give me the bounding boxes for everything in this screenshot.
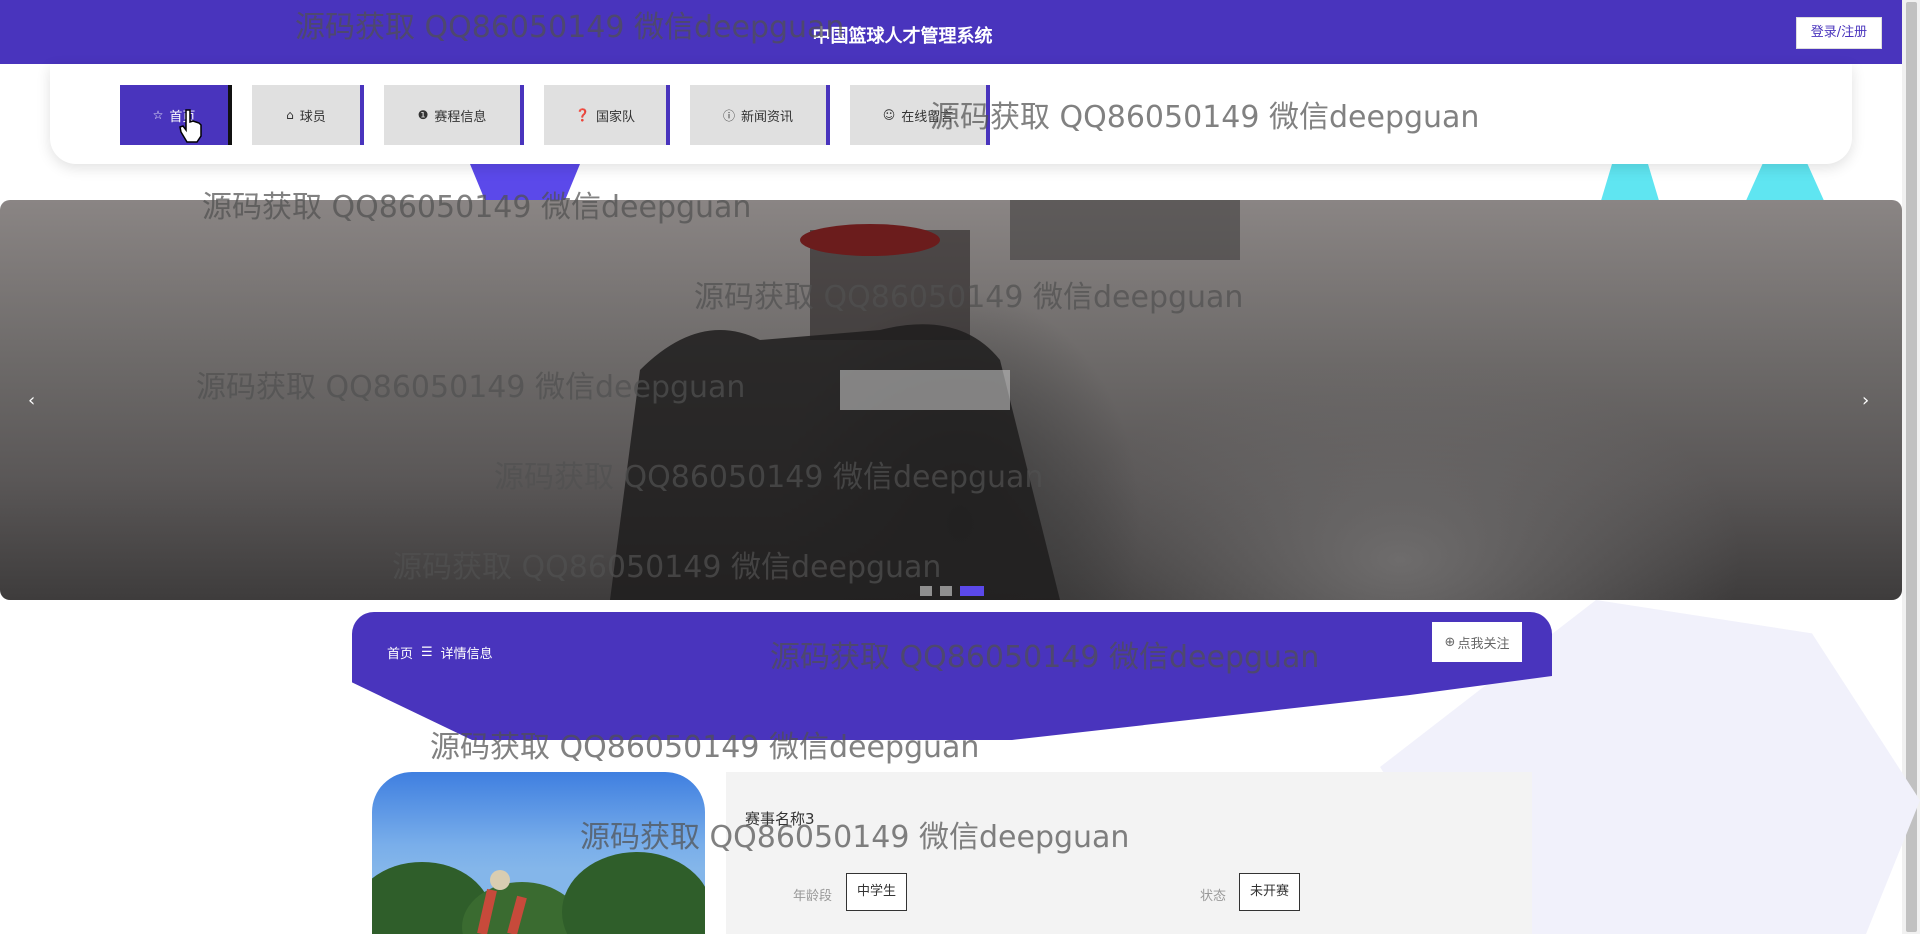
- smile-icon: ☺: [882, 108, 896, 122]
- nav-item-label: 国家队: [595, 109, 635, 125]
- decorative-shape: [1600, 164, 1660, 204]
- carousel-prev-arrow[interactable]: ‹: [28, 390, 35, 411]
- carousel-dot[interactable]: [920, 586, 932, 596]
- bag-icon: ⌂: [286, 108, 294, 122]
- breadcrumb-bar: [352, 612, 1552, 740]
- hand-cursor-icon: [179, 109, 202, 143]
- question-circle-icon: ❓: [575, 108, 590, 122]
- nav-item-schedule[interactable]: ❶ 赛程信息: [384, 85, 524, 145]
- nav-item-home[interactable]: ☆ 首页: [120, 85, 232, 145]
- status-value: 未开赛: [1239, 873, 1301, 911]
- event-name: 赛事名称3: [745, 810, 815, 828]
- exclamation-circle-icon: ❶: [417, 108, 429, 122]
- carousel-dot[interactable]: [940, 586, 952, 596]
- decorative-shape: [470, 164, 580, 204]
- login-register-button[interactable]: 登录/注册: [1796, 17, 1882, 49]
- banner-carousel[interactable]: [0, 200, 1902, 600]
- nav-item-label: 赛程信息: [434, 109, 487, 125]
- follow-button-label: 点我关注: [1457, 636, 1510, 652]
- banner-image: [610, 200, 1240, 600]
- nav-item-label: 球员: [299, 109, 326, 125]
- nav-item-news[interactable]: ⓘ 新闻资讯: [690, 85, 830, 145]
- breadcrumb: 首页 ☰ 详情信息: [387, 643, 493, 662]
- event-photo: [372, 772, 705, 934]
- breadcrumb-home[interactable]: 首页: [387, 643, 413, 662]
- age-group-label: 年龄段: [793, 889, 833, 904]
- star-icon: ☆: [152, 108, 164, 122]
- nav-item-players[interactable]: ⌂ 球员: [252, 85, 364, 145]
- status-label: 状态: [1200, 889, 1227, 904]
- nav-item-label: 新闻资讯: [741, 109, 794, 125]
- nav-item-label: 在线留言: [901, 109, 954, 125]
- carousel-next-arrow[interactable]: ›: [1862, 390, 1869, 411]
- follow-button[interactable]: ⊕ 点我关注: [1432, 622, 1522, 662]
- carousel-dot[interactable]: [960, 586, 984, 596]
- carousel-indicators: [920, 586, 984, 596]
- menu-icon: ☰: [421, 645, 433, 660]
- age-group-value: 中学生: [846, 873, 908, 911]
- nav-item-messages[interactable]: ☺ 在线留言: [850, 85, 990, 145]
- plus-circle-icon: ⊕: [1444, 634, 1456, 650]
- breadcrumb-current: 详情信息: [440, 647, 493, 662]
- nav-item-national-team[interactable]: ❓ 国家队: [544, 85, 670, 145]
- site-title: 中国篮球人才管理系统: [812, 26, 993, 47]
- info-circle-icon: ⓘ: [722, 108, 735, 123]
